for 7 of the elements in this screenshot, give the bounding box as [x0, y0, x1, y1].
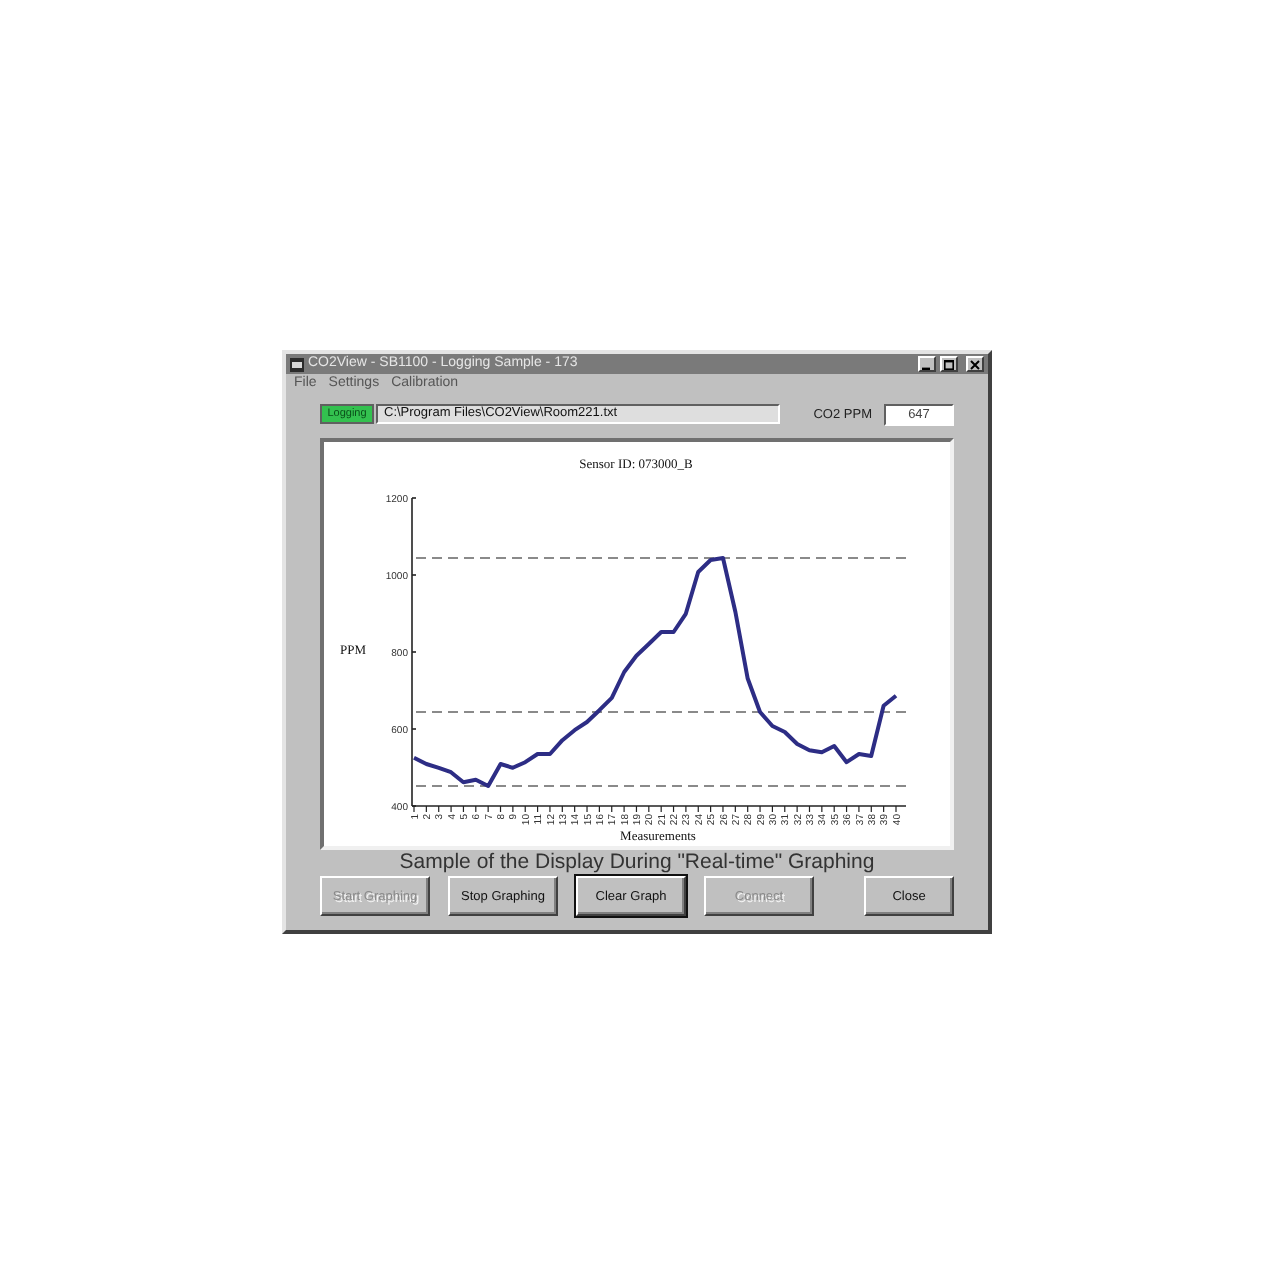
minimize-button[interactable] — [918, 356, 936, 372]
maximize-button[interactable] — [940, 356, 958, 372]
caption: Sample of the Display During "Real-time" Graphing — [399, 850, 875, 874]
app-icon — [290, 357, 304, 371]
maximize-icon — [944, 359, 954, 369]
close-icon — [970, 359, 980, 369]
close-button[interactable] — [966, 356, 984, 372]
